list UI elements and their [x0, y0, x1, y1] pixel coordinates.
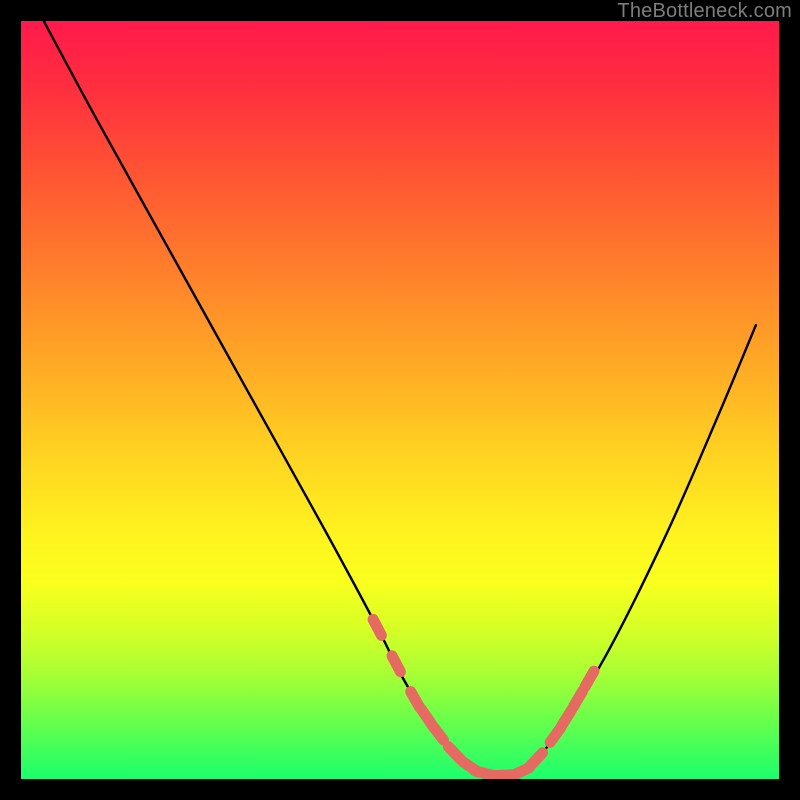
highlight-marker: [448, 747, 460, 760]
highlight-marker: [585, 671, 594, 687]
highlight-marker: [392, 656, 400, 672]
highlight-marker: [373, 619, 381, 635]
highlight-marker: [530, 753, 542, 766]
watermark-text: TheBottleneck.com: [617, 0, 792, 23]
marker-group: [373, 619, 594, 775]
highlight-marker: [562, 710, 572, 725]
highlight-marker: [432, 726, 443, 740]
highlight-marker: [574, 691, 583, 707]
highlight-marker: [550, 728, 561, 743]
curve-svg: [21, 21, 779, 779]
outer-frame: TheBottleneck.com: [0, 0, 800, 800]
plot-area: [21, 21, 779, 779]
highlight-marker: [411, 692, 420, 708]
